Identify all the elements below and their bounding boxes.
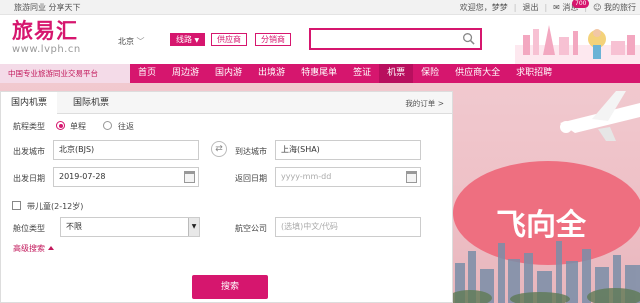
site-header: 旅易汇 www.lvph.cn 北京 ﹀ 线路 ▼ 供应商 分销商 bbox=[0, 15, 640, 64]
mail-icon: ✉ bbox=[553, 3, 560, 12]
nav-tagline: 中国专业旅游同业交易平台 bbox=[0, 64, 130, 83]
chevron-down-icon: ﹀ bbox=[136, 37, 145, 46]
logo-url: www.lvph.cn bbox=[12, 44, 81, 55]
logo-mark: 旅易汇 bbox=[12, 18, 78, 43]
return-date-placeholder: yyyy-mm-dd bbox=[281, 172, 332, 181]
trip-type-oneway-label: 单程 bbox=[70, 122, 86, 131]
depart-date-value: 2019-07-28 bbox=[59, 172, 106, 181]
my-trip-label: 我的旅行 bbox=[604, 3, 636, 12]
depart-date-input[interactable]: 2019-07-28 bbox=[53, 167, 199, 187]
depart-date-label: 出发日期 bbox=[13, 174, 45, 183]
divider: | bbox=[544, 3, 548, 12]
header-search-input[interactable] bbox=[309, 28, 482, 50]
nav-item-flights[interactable]: 机票 bbox=[379, 64, 414, 83]
header-travel-illustration bbox=[515, 25, 640, 64]
logout-link[interactable]: 退出 bbox=[522, 2, 538, 13]
search-flights-button[interactable]: 搜索 bbox=[192, 275, 268, 299]
caret-down-icon[interactable]: ▼ bbox=[188, 218, 199, 236]
divider: | bbox=[513, 3, 517, 12]
nav-item-deals[interactable]: 特惠尾单 bbox=[293, 64, 345, 83]
nav-item-jobs[interactable]: 求职招聘 bbox=[508, 64, 560, 83]
return-date-input[interactable]: yyyy-mm-dd bbox=[275, 167, 421, 187]
flight-search-panel: 国内机票 国际机票 我的订单 > bbox=[0, 91, 453, 303]
to-city-input[interactable]: 上海(SHA) bbox=[275, 140, 421, 160]
main-nav: 中国专业旅游同业交易平台 首页 周边游 国内游 出境游 特惠尾单 签证 机票 保… bbox=[0, 64, 640, 83]
nav-item-home[interactable]: 首页 bbox=[130, 64, 164, 83]
caret-down-icon: ▼ bbox=[194, 37, 200, 44]
caret-up-icon bbox=[48, 246, 54, 250]
airline-input[interactable]: (选填)中文/代码 bbox=[275, 217, 421, 237]
top-bar: 旅游同业 分享天下 欢迎您，梦梦 | 退出 | ✉ 消息 | ☺ 我的旅行 70… bbox=[0, 0, 640, 15]
trip-type-label: 航程类型 bbox=[13, 122, 45, 131]
my-trip-link[interactable]: ☺ 我的旅行 bbox=[593, 2, 636, 13]
chevron-right-icon: > bbox=[437, 99, 444, 108]
my-orders-label: 我的订单 bbox=[405, 99, 436, 108]
nav-item-nearby[interactable]: 周边游 bbox=[164, 64, 207, 83]
tab-domestic-flights[interactable]: 国内机票 bbox=[1, 92, 58, 115]
site-logo[interactable]: 旅易汇 www.lvph.cn bbox=[12, 19, 98, 61]
nav-item-outbound[interactable]: 出境游 bbox=[250, 64, 293, 83]
trip-type-roundtrip-label: 往返 bbox=[118, 122, 134, 131]
nav-items: 首页 周边游 国内游 出境游 特惠尾单 签证 机票 保险 供应商大全 求职招聘 bbox=[130, 64, 560, 83]
site-slogan: 旅游同业 分享天下 bbox=[14, 3, 81, 12]
nav-item-domestic[interactable]: 国内游 bbox=[207, 64, 250, 83]
from-city-label: 出发城市 bbox=[13, 147, 45, 156]
search-icon[interactable] bbox=[462, 32, 475, 45]
top-bar-right: 欢迎您，梦梦 | 退出 | ✉ 消息 | ☺ 我的旅行 bbox=[460, 2, 636, 13]
search-type-label: 线路 bbox=[176, 35, 192, 44]
city-selector[interactable]: 北京 ﹀ bbox=[118, 36, 145, 47]
my-orders-link[interactable]: 我的订单 > bbox=[405, 98, 444, 109]
nav-item-insurance[interactable]: 保险 bbox=[413, 64, 447, 83]
to-city-label: 到达城市 bbox=[235, 147, 267, 156]
cabin-type-value: 不限 bbox=[66, 222, 82, 231]
advanced-search-label: 高级搜索 bbox=[13, 244, 45, 253]
nav-item-suppliers[interactable]: 供应商大全 bbox=[447, 64, 508, 83]
with-children-label: 带儿童(2-12岁) bbox=[27, 202, 84, 211]
cabin-type-select[interactable]: 不限 ▼ bbox=[60, 217, 200, 237]
nav-item-visa[interactable]: 签证 bbox=[345, 64, 379, 83]
tab-international-flights[interactable]: 国际机票 bbox=[63, 92, 119, 114]
message-count-badge: 700 bbox=[572, 0, 590, 8]
hero-slogan: 飞向全 bbox=[496, 208, 587, 243]
airline-label: 航空公司 bbox=[235, 224, 267, 233]
calendar-icon[interactable] bbox=[184, 171, 195, 183]
with-children-checkbox[interactable] bbox=[12, 201, 21, 210]
search-type-distributor[interactable]: 分销商 bbox=[255, 33, 291, 46]
cabin-type-label: 舱位类型 bbox=[13, 224, 45, 233]
search-type-route[interactable]: 线路 ▼ bbox=[170, 33, 206, 46]
trip-type-oneway-radio[interactable] bbox=[56, 121, 65, 130]
from-city-input[interactable]: 北京(BJS) bbox=[53, 140, 199, 160]
greeting-text: 欢迎您，梦梦 bbox=[459, 3, 508, 12]
trip-type-roundtrip-radio[interactable] bbox=[103, 121, 112, 130]
city-label: 北京 bbox=[118, 37, 134, 46]
advanced-search-toggle[interactable]: 高级搜索 bbox=[13, 243, 54, 254]
airplane-icon bbox=[560, 91, 640, 141]
return-date-label: 返回日期 bbox=[235, 174, 267, 183]
flight-tabs: 国内机票 国际机票 我的订单 > bbox=[1, 92, 452, 115]
user-icon: ☺ bbox=[593, 3, 602, 12]
calendar-icon[interactable] bbox=[406, 171, 417, 183]
swap-cities-icon[interactable]: ⇄ bbox=[211, 141, 227, 157]
search-type-supplier[interactable]: 供应商 bbox=[211, 33, 247, 46]
